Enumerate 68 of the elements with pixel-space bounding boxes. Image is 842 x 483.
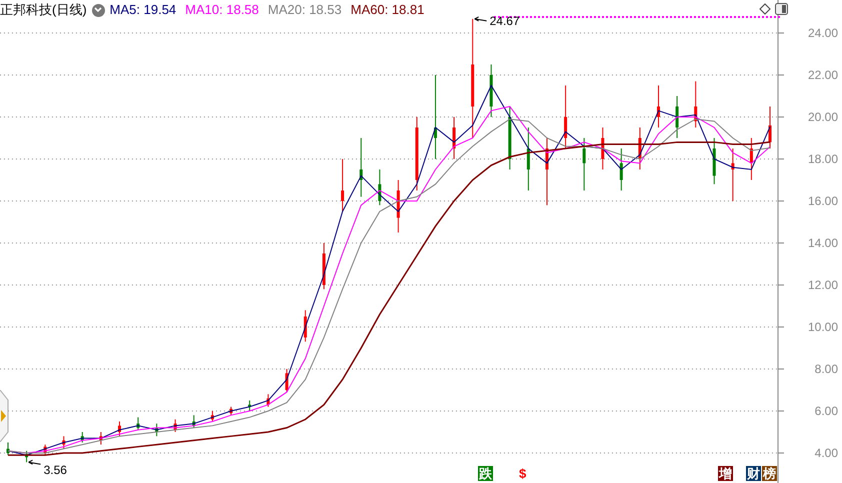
candlestick [266, 394, 270, 408]
event-marker[interactable]: 增 [718, 466, 733, 481]
candlestick [136, 416, 140, 430]
candlestick [62, 436, 66, 450]
candlestick [360, 138, 363, 198]
candlestick [174, 418, 177, 432]
candlestick [210, 410, 214, 422]
dropdown-icon[interactable] [92, 4, 105, 16]
candlestick [657, 85, 660, 128]
axis-label: 8.00 [814, 362, 838, 376]
candlestick [750, 138, 753, 180]
axis-label: 18.00 [808, 152, 838, 166]
diamond-icon[interactable] [759, 3, 771, 15]
candlestick [304, 310, 307, 342]
indicator-value: MA20: 18.53 [268, 1, 342, 20]
candlestick [731, 148, 734, 202]
candlestick [230, 406, 233, 416]
candlestick [545, 138, 548, 206]
candlestick [526, 127, 530, 191]
candlestick [452, 116, 456, 160]
axis-label: 10.00 [808, 320, 838, 334]
indicator-value: MA10: 18.58 [185, 1, 259, 20]
axis-label: 6.00 [814, 404, 838, 418]
event-marker[interactable]: 跌 [478, 466, 493, 481]
event-marker[interactable]: 财 [746, 466, 761, 481]
axis-label: 12.00 [808, 278, 838, 292]
axis-label: 14.00 [808, 236, 838, 250]
candlestick [248, 400, 252, 412]
candlestick [341, 158, 344, 212]
candlestick [564, 85, 568, 149]
candlestick [620, 148, 623, 191]
candlestick [378, 169, 382, 206]
chart-title: 正邦科技(日线) [0, 1, 87, 20]
axis-label: 16.00 [808, 194, 838, 208]
indicator-value: MA60: 18.81 [350, 1, 424, 20]
candlestick [99, 432, 102, 446]
pointer-arrow [474, 16, 488, 22]
candlestick [80, 432, 84, 443]
price-annotation: 24.67 [490, 14, 520, 28]
candlestick [508, 106, 512, 170]
candlestick [396, 180, 400, 233]
candlestick [192, 414, 196, 428]
candlestick [25, 450, 28, 463]
event-marker[interactable]: $ [518, 466, 528, 481]
candlestick [44, 444, 47, 456]
candlestick [712, 138, 716, 185]
side-handle-icon[interactable] [0, 390, 9, 442]
candlestick [601, 127, 604, 170]
candlestick [768, 106, 772, 149]
candlestick [676, 96, 679, 138]
axis-label: 22.00 [808, 68, 838, 82]
candlestick [155, 423, 158, 437]
candlestick [490, 64, 493, 118]
candlestick [322, 242, 326, 290]
candlestick [285, 368, 288, 393]
candlestick [118, 421, 121, 437]
price-annotation: 3.56 [44, 463, 67, 478]
candlestick [582, 138, 586, 191]
panel-toggle-icon[interactable] [775, 3, 788, 15]
event-marker[interactable]: 榜 [762, 466, 777, 481]
candlestick [694, 80, 698, 128]
pointer-arrow [28, 460, 42, 465]
candlestick [6, 442, 10, 456]
axis-label: 20.00 [808, 110, 838, 124]
candlestick [638, 127, 642, 170]
indicator-value: MA5: 19.54 [110, 1, 176, 20]
axis-label: 4.00 [814, 446, 838, 460]
axis-label: 24.00 [808, 26, 838, 40]
